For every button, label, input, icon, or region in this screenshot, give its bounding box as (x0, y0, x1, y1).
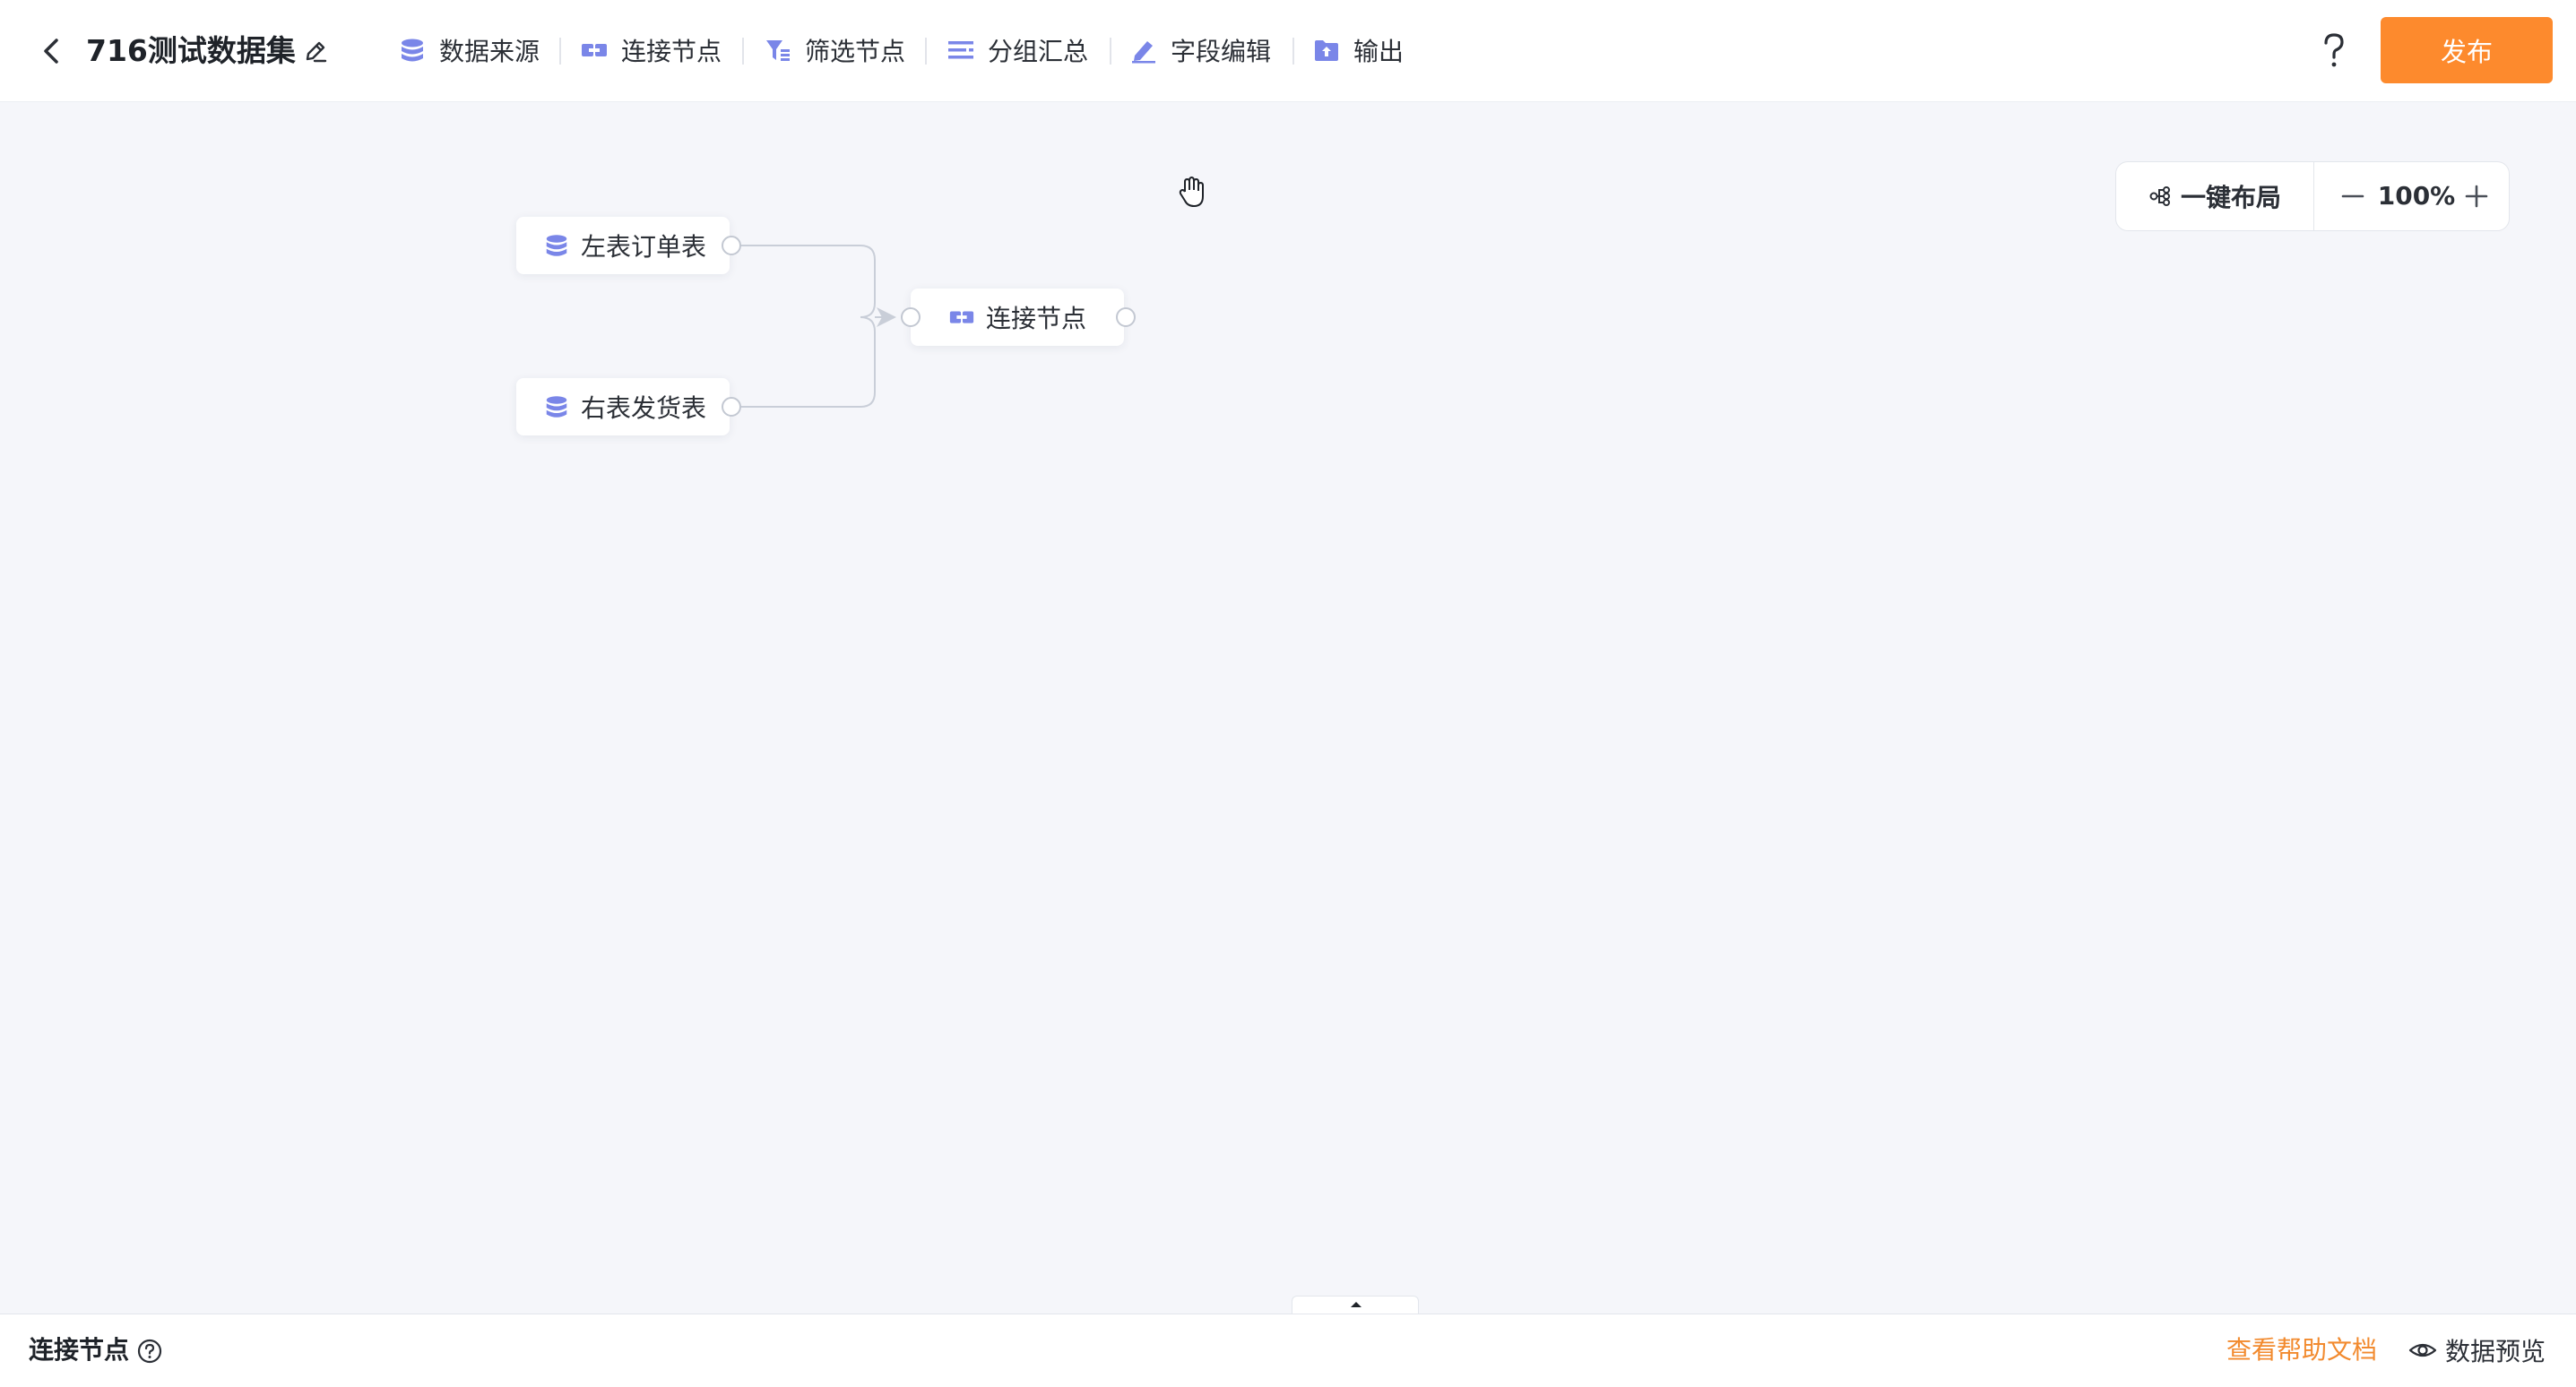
database-icon (546, 235, 567, 256)
back-arrow-icon[interactable] (34, 33, 70, 69)
toolbar-label: 连接节点 (621, 37, 722, 66)
node-join[interactable]: 连接节点 (911, 289, 1124, 346)
eye-icon (2408, 1343, 2437, 1357)
hand-cursor-icon (1179, 177, 1204, 207)
toolbar-join[interactable]: 连接节点 (580, 31, 722, 69)
toolbar-filter[interactable]: 筛选节点 (764, 31, 905, 69)
toolbar-divider (1292, 38, 1294, 65)
edit-title-icon[interactable] (300, 36, 331, 66)
auto-layout-button[interactable]: 一键布局 (2116, 162, 2313, 230)
toolbar-output[interactable]: 输出 (1312, 31, 1404, 69)
toolbar-label: 筛选节点 (805, 37, 906, 66)
toolbar-label: 数据来源 (439, 37, 540, 66)
pen-icon (1132, 41, 1155, 64)
toolbar-label: 输出 (1353, 37, 1405, 66)
node-label: 左表订单表 (581, 232, 707, 262)
join-icon (949, 311, 974, 323)
output-folder-icon (1315, 40, 1338, 61)
panel-divider (2313, 162, 2314, 230)
publish-button[interactable]: 发布 (2381, 17, 2553, 83)
help-circle-icon[interactable] (136, 1338, 163, 1365)
help-doc-link[interactable]: 查看帮助文档 (2226, 1332, 2377, 1368)
dataset-title: 716测试数据集 (86, 33, 296, 68)
caret-up-icon (1351, 1302, 1361, 1307)
join-icon (582, 44, 607, 56)
node-label: 右表发货表 (581, 393, 707, 423)
panel-expand-handle[interactable] (1292, 1296, 1419, 1315)
database-icon (546, 396, 567, 418)
input-port[interactable] (901, 307, 921, 327)
database-icon (402, 39, 423, 62)
group-list-icon (948, 41, 973, 59)
bottom-panel-bar: 连接节点 查看帮助文档 数据预览 (0, 1314, 2576, 1387)
node-label: 连接节点 (986, 304, 1087, 333)
data-preview-label: 数据预览 (2445, 1337, 2546, 1366)
toolbar-divider (1110, 38, 1111, 65)
toolbar-label: 分组汇总 (988, 37, 1089, 66)
toolbar-datasource[interactable]: 数据来源 (398, 31, 540, 69)
output-port[interactable] (722, 236, 741, 255)
filter-icon (766, 40, 790, 61)
toolbar-divider (559, 38, 561, 65)
top-header: 716测试数据集 数据来源 连接节点 筛选节点 分组汇总 字段编辑 输出 发布 (0, 0, 2576, 102)
toolbar-label: 字段编辑 (1171, 37, 1272, 66)
toolbar-group[interactable]: 分组汇总 (947, 31, 1088, 69)
node-left-table[interactable]: 左表订单表 (516, 217, 730, 274)
output-port[interactable] (1116, 307, 1136, 327)
layout-zoom-panel: 一键布局 100% (2115, 161, 2510, 231)
output-port[interactable] (722, 397, 741, 417)
toolbar-field-edit[interactable]: 字段编辑 (1129, 31, 1271, 69)
node-right-table[interactable]: 右表发货表 (516, 378, 730, 435)
zoom-out-icon[interactable] (2337, 180, 2369, 212)
zoom-in-icon[interactable] (2460, 180, 2493, 212)
flow-canvas[interactable]: 左表订单表 右表发货表 连接节点 一键布局 100% (0, 102, 2576, 1315)
question-mark-icon[interactable] (2316, 29, 2352, 73)
selected-node-title: 连接节点 (29, 1335, 130, 1365)
zoom-level: 100% (2377, 181, 2456, 211)
auto-layout-label: 一键布局 (2180, 183, 2281, 212)
data-preview-button[interactable]: 数据预览 (2407, 1332, 2546, 1368)
connection-lines (740, 245, 896, 408)
toolbar-divider (925, 38, 927, 65)
toolbar-divider (742, 38, 744, 65)
layout-tree-icon (2149, 186, 2170, 206)
